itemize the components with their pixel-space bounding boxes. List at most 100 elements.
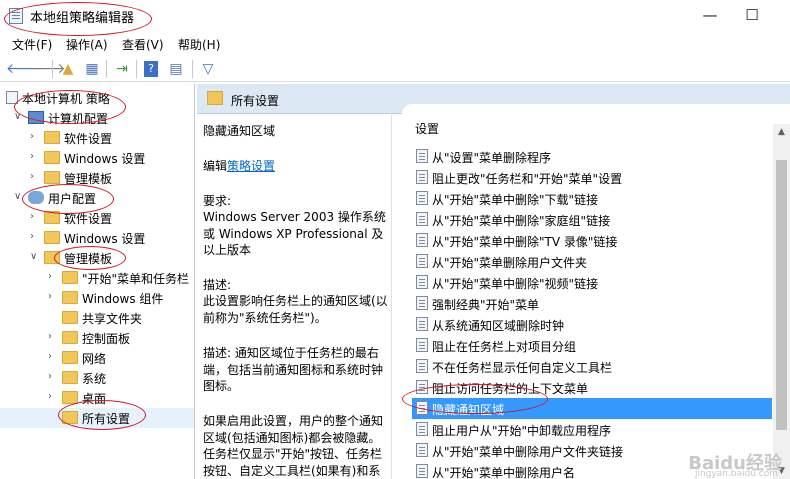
expand-icon[interactable]: › (48, 351, 60, 362)
expand-icon[interactable]: › (30, 211, 42, 222)
tree-item-label: Windows 设置 (64, 232, 146, 246)
description-pane: 隐藏通知区域 编辑策略设置 要求: Windows Server 2003 操作… (197, 115, 392, 479)
setting-row[interactable]: 从"设置"菜单删除程序 (412, 146, 772, 167)
edit-prefix: 编辑 (203, 159, 228, 173)
setting-row[interactable]: 从"开始"菜单中删除"家庭组"链接 (412, 209, 772, 230)
tree-item[interactable]: › Windows 设置 (0, 228, 194, 248)
tree-item-label: 软件设置 (64, 132, 113, 146)
folder-icon (62, 311, 78, 324)
toolbar-separator (106, 60, 107, 78)
scroll-up-icon[interactable]: ▲ (773, 124, 790, 140)
menu-help[interactable]: 帮助(H) (178, 36, 220, 53)
description-text: 图标。 (203, 379, 240, 393)
expand-icon[interactable]: › (48, 271, 60, 282)
tree-item[interactable]: › Windows 设置 (0, 148, 194, 168)
expand-icon[interactable]: › (48, 291, 60, 302)
tree-item[interactable]: › 软件设置 (0, 208, 194, 228)
description-text: 按钮、自定义工具栏(如果有)和系 (203, 464, 381, 478)
toolbar: 🡐 🡒 ▲ ▦ ⇥ ? ▤ ▽ (0, 56, 790, 82)
column-header-setting[interactable]: 设置 (415, 120, 439, 137)
tree-item[interactable]: › 网络 (0, 348, 194, 368)
expand-icon[interactable]: › (30, 151, 42, 162)
expand-icon[interactable]: › (30, 131, 42, 142)
setting-name: 从"开始"菜单中删除"家庭组"链接 (432, 214, 611, 228)
export-list-icon[interactable]: ⇥ (112, 59, 132, 79)
setting-name: 从"开始"菜单中删除用户文件夹链接 (432, 445, 624, 459)
setting-row[interactable]: 从"开始"菜单中删除"下载"链接 (412, 188, 772, 209)
expand-icon[interactable]: › (48, 371, 60, 382)
properties-icon[interactable]: ▤ (166, 59, 186, 79)
requirements-text: 或 Windows XP Professional 及 (203, 227, 384, 241)
setting-row[interactable]: 从"开始"菜单删除用户文件夹 (412, 251, 772, 272)
description-text: 此设置影响任务栏上的通知区域(以 (203, 294, 388, 308)
help-icon[interactable]: ? (144, 61, 158, 77)
setting-row[interactable]: 阻止更改"任务栏和"开始"菜单"设置 (412, 167, 772, 188)
minimize-button[interactable]: — (690, 4, 730, 28)
policy-setting-icon (416, 149, 428, 163)
setting-name: 不在任务栏显示任何自定义工具栏 (432, 361, 613, 375)
up-folder-icon[interactable]: ▲ (58, 59, 78, 79)
setting-name: 从系统通知区域删除时钟 (432, 319, 565, 333)
menu-view[interactable]: 查看(V) (122, 36, 164, 53)
description-label: 描述: (203, 278, 232, 292)
policy-setting-icon (416, 170, 428, 184)
tree-item[interactable]: › Windows 组件 (0, 288, 194, 308)
policy-setting-icon (416, 275, 428, 289)
forward-arrow-icon[interactable]: 🡒 (28, 59, 66, 79)
policy-setting-icon (416, 296, 428, 310)
filter-icon[interactable]: ▽ (198, 59, 218, 79)
maximize-button[interactable]: ☐ (732, 4, 772, 28)
expand-icon[interactable]: › (48, 331, 60, 342)
setting-row[interactable]: 阻止在任务栏上对项目分组 (412, 335, 772, 356)
tree-item[interactable]: › 控制面板 (0, 328, 194, 348)
expand-icon[interactable]: › (30, 171, 42, 182)
edit-policy-link[interactable]: 策略设置 (227, 159, 275, 173)
setting-name: 阻止更改"任务栏和"开始"菜单"设置 (432, 172, 623, 186)
setting-name: 从"开始"菜单中删除"下载"链接 (432, 193, 599, 207)
requirements-label: 要求: (203, 194, 232, 208)
annotation-ellipse (58, 400, 146, 430)
setting-name: 强制经典"开始"菜单 (432, 298, 540, 312)
tree-item[interactable]: 共享文件夹 (0, 308, 194, 328)
scroll-thumb[interactable] (776, 160, 787, 430)
menu-action[interactable]: 操作(A) (66, 36, 108, 53)
folder-icon (62, 371, 78, 384)
tree-item-label: "开始"菜单和任务栏 (82, 272, 190, 286)
description-title: 隐藏通知区域 (203, 124, 276, 138)
gpedit-window: 本地组策略编辑器 — ☐ 文件(F) 操作(A) 查看(V) 帮助(H) 🡐 🡒… (0, 0, 790, 479)
annotation-ellipse (4, 2, 152, 36)
setting-row[interactable]: 从系统通知区域删除时钟 (412, 314, 772, 335)
setting-name: 阻止用户从"开始"中卸载应用程序 (432, 424, 612, 438)
requirements-text: Windows Server 2003 操作系统 (203, 210, 386, 224)
description-text: 区域(包括通知图标)都会被隐藏。 (203, 431, 381, 445)
menu-file[interactable]: 文件(F) (12, 36, 52, 53)
settings-folder-icon (207, 91, 223, 105)
setting-name: 阻止在任务栏上对项目分组 (432, 340, 577, 354)
expand-icon[interactable]: › (30, 231, 42, 242)
policy-setting-icon (416, 212, 428, 226)
setting-row[interactable]: 从"开始"菜单中删除"视频"链接 (412, 272, 772, 293)
annotation-ellipse (54, 246, 126, 270)
setting-name: 从"设置"菜单删除程序 (432, 151, 552, 165)
tree-item-label: Windows 组件 (82, 292, 164, 306)
list-scrollbar[interactable]: ▲ ▼ (773, 124, 790, 479)
back-arrow-icon[interactable]: 🡐 (6, 59, 44, 79)
tree-item[interactable]: › 系统 (0, 368, 194, 388)
setting-row[interactable]: 阻止用户从"开始"中卸载应用程序 (412, 419, 772, 440)
expand-icon[interactable]: › (48, 391, 60, 402)
show-tree-icon[interactable]: ▦ (82, 59, 102, 79)
setting-row[interactable]: 从"开始"菜单中删除"TV 录像"链接 (412, 230, 772, 251)
tree-item[interactable]: › 管理模板 (0, 168, 194, 188)
baidu-watermark-url: jingyan.baidu.com (694, 469, 778, 479)
setting-row[interactable]: 强制经典"开始"菜单 (412, 293, 772, 314)
tree-item[interactable]: › 软件设置 (0, 128, 194, 148)
setting-row[interactable]: 不在任务栏显示任何自定义工具栏 (412, 356, 772, 377)
tree-item-label: 网络 (82, 352, 107, 366)
folder-icon (44, 171, 60, 184)
folder-icon (44, 151, 60, 164)
toolbar-separator (52, 60, 53, 78)
tree-item[interactable]: › "开始"菜单和任务栏 (0, 268, 194, 288)
policy-setting-icon (416, 317, 428, 331)
collapse-icon[interactable]: ∨ (30, 251, 42, 262)
folder-icon (62, 351, 78, 364)
